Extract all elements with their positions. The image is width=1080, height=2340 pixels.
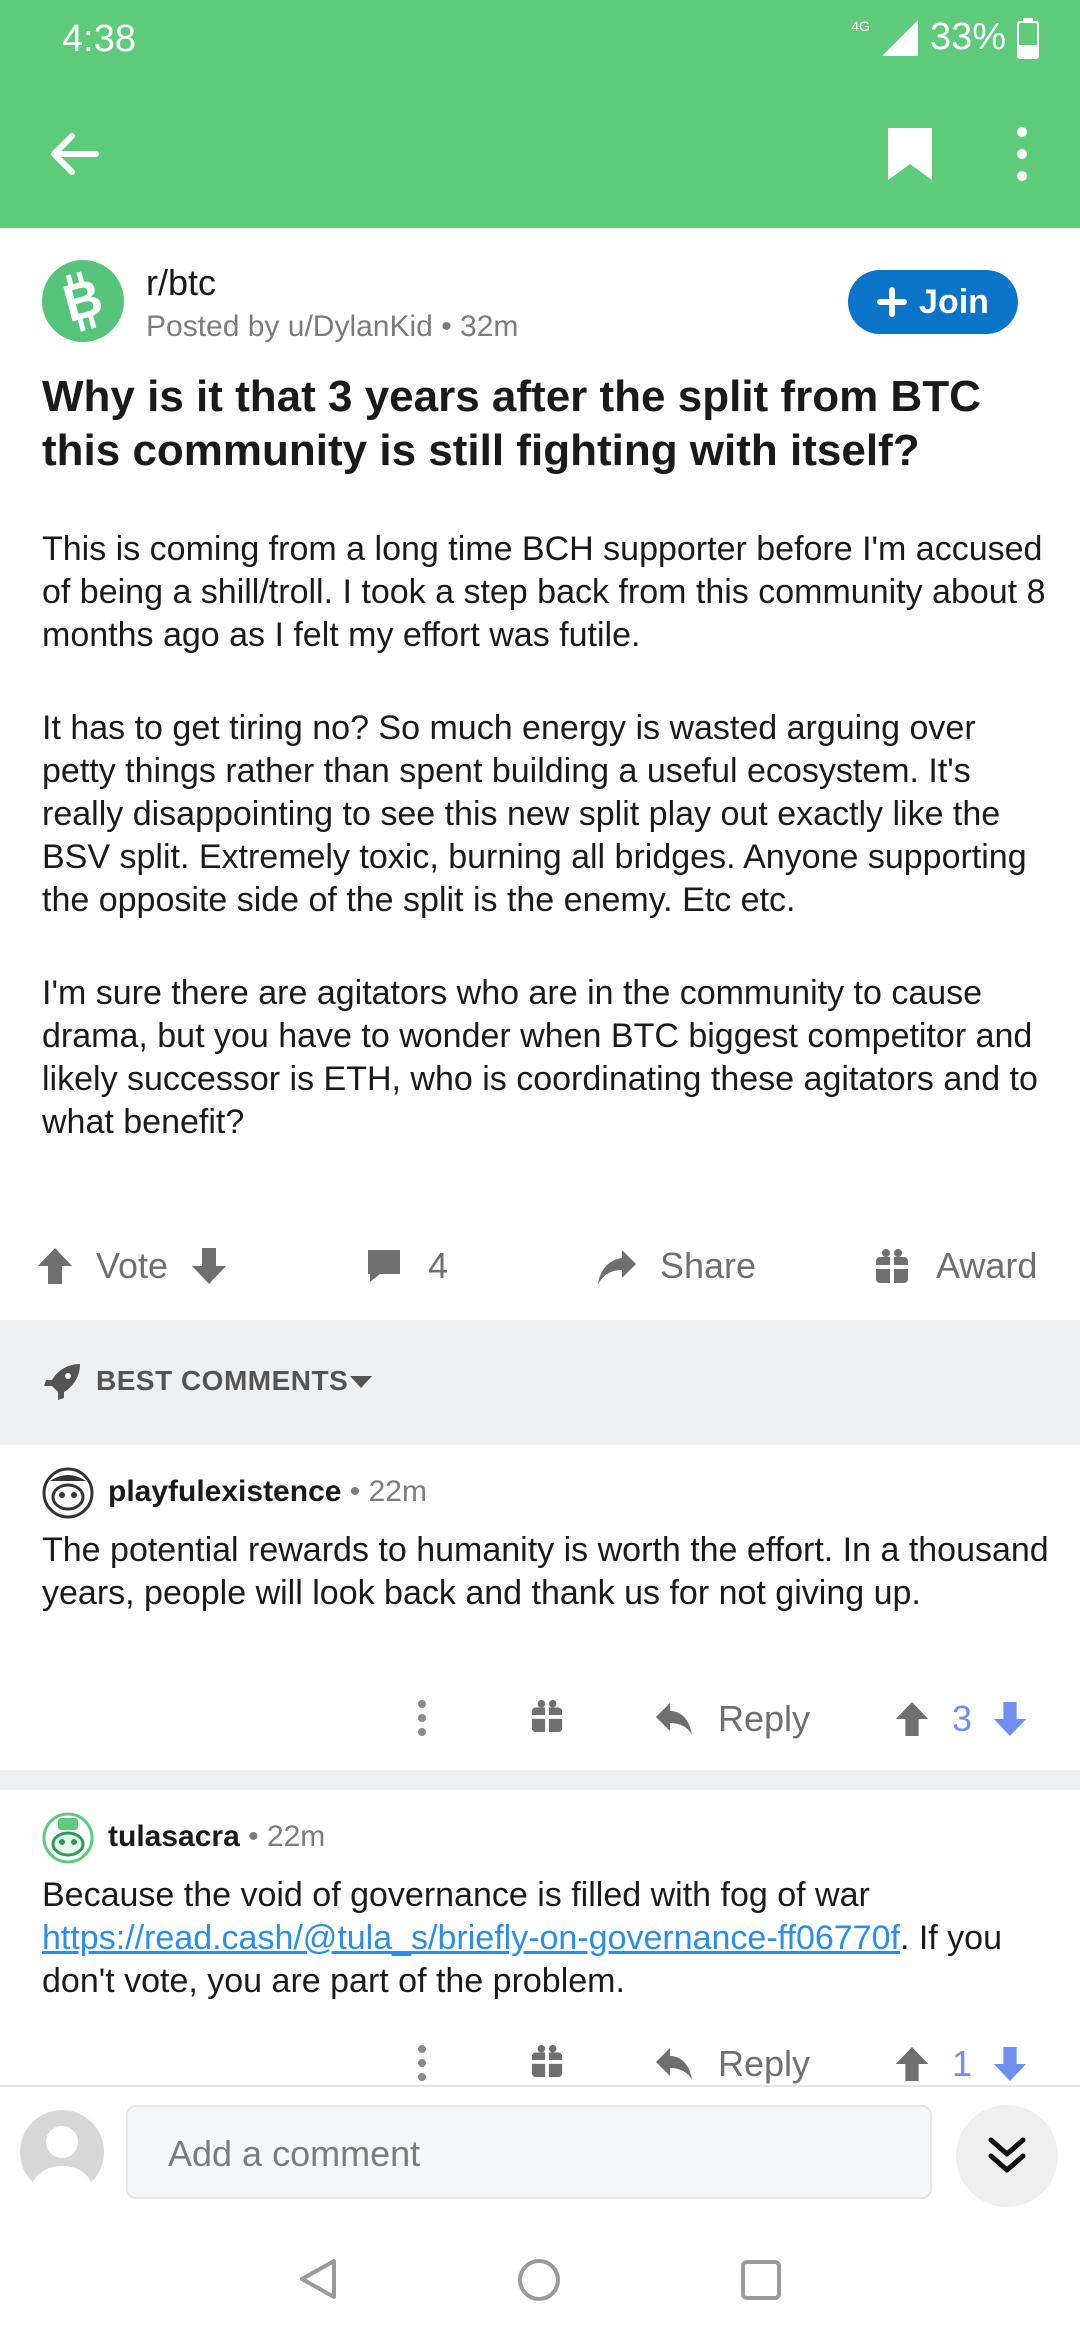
reply-icon [656,1703,692,1735]
post-paragraph: It has to get tiring no? So much energy … [42,709,1027,919]
commenter-avatar[interactable] [42,1467,94,1519]
subreddit-name[interactable]: r/btc [146,262,216,304]
comment-icon [368,1250,400,1282]
add-comment-input[interactable]: Add a comment [126,2105,932,2199]
comments-count-button[interactable]: 4 [364,1245,448,1287]
signal-icon [881,19,918,56]
vote-count: 3 [952,1698,973,1739]
award-button[interactable]: Award [874,1245,1037,1287]
plus-icon [877,287,908,317]
downvote-icon[interactable] [992,2045,1028,2083]
share-button[interactable]: Share [596,1245,756,1287]
share-icon [598,1250,636,1284]
status-time: 4:38 [62,18,136,60]
status-indicators: 4G 33% [851,16,1040,59]
comment-link[interactable]: https://read.cash/@tula_s/briefly-on-gov… [42,1919,900,1957]
join-button[interactable]: Join [848,270,1018,334]
comment-text: The potential rewards to humanity is wor… [42,1531,1049,1612]
snoo-avatar-icon [42,1467,94,1519]
back-button[interactable] [44,124,104,184]
share-label: Share [660,1245,757,1286]
more-vertical-icon [418,2045,426,2081]
collapse-comments-button[interactable] [956,2105,1058,2207]
bookmark-icon [888,128,932,180]
meta-separator: • [239,1820,267,1853]
comment-action-bar: Reply 3 [0,1692,1080,1752]
post-paragraph: I'm sure there are agitators who are in … [42,974,1038,1141]
posted-by-user[interactable]: Posted by u/DylanKid [146,310,433,343]
reply-label: Reply [718,1698,811,1739]
nav-recents-icon[interactable] [740,2259,782,2301]
snoo-avatar-icon [42,1812,94,1864]
meta-separator: • [341,1475,369,1508]
comment-divider [0,1770,1080,1790]
gift-icon [531,2044,563,2078]
comment-meta: tulasacra • 22m [108,1820,325,1854]
nav-back-icon[interactable] [296,2257,338,2301]
comment-vote-control: 3 [894,1698,1028,1740]
comments-count: 4 [428,1245,449,1286]
post-title: Why is it that 3 years after the split f… [42,372,981,475]
app-header: 4:38 4G 33% [0,0,1080,228]
upvote-icon[interactable] [36,1246,74,1286]
comment-vote-control: 1 [894,2043,1028,2085]
commenter-avatar[interactable] [42,1812,94,1864]
more-vertical-icon [418,1700,426,1736]
join-label: Join [919,282,989,321]
post-action-bar: Vote 4 Share Award [0,1235,1080,1305]
reply-button[interactable]: Reply [654,2043,810,2085]
double-chevron-down-icon [988,2137,1026,2173]
comment-age: 22m [266,1820,326,1853]
comment-meta: playfulexistence • 22m [108,1475,427,1509]
nav-home-icon[interactable] [516,2257,562,2303]
reply-icon [656,2048,692,2080]
post-paragraph: This is coming from a long time BCH supp… [42,530,1046,654]
comments-sort-bar[interactable]: BEST COMMENTS [0,1320,1080,1445]
downvote-icon[interactable] [190,1246,228,1286]
vote-label: Vote [96,1245,169,1286]
comment-text-start: Because the void of governance is filled… [42,1876,870,1914]
vote-control: Vote [36,1245,228,1287]
comment-username[interactable]: tulasacra [108,1820,240,1853]
post-meta: Posted by u/DylanKid • 32m [146,310,518,344]
upvote-icon[interactable] [894,2045,930,2083]
comment-text: Because the void of governance is filled… [42,1874,1052,2003]
rocket-icon [44,1364,80,1400]
post-age: 32m [460,310,519,343]
bitcoin-cash-logo-icon: B [57,268,108,334]
comment-award-button[interactable] [530,2043,564,2079]
sort-label: BEST COMMENTS [96,1365,349,1396]
comment-more-button[interactable] [412,2043,432,2083]
award-label: Award [936,1245,1038,1286]
system-nav-bar [0,2215,1080,2340]
battery-percent: 33% [929,16,1006,58]
user-silhouette-icon [32,2126,92,2194]
comment-age: 22m [368,1475,427,1508]
battery-icon [1017,17,1039,59]
status-bar: 4:38 4G 33% [0,0,1080,80]
arrow-left-icon [51,133,99,175]
subreddit-avatar[interactable]: B [42,260,124,342]
comment-username[interactable]: playfulexistence [108,1475,341,1508]
post-body: This is coming from a long time BCH supp… [42,528,1052,1194]
comment-composer: Add a comment [0,2085,1080,2215]
vote-count: 1 [952,2043,973,2084]
chevron-down-icon [350,1376,372,1388]
network-label: 4G [851,17,870,34]
gift-icon [876,1249,908,1283]
upvote-icon[interactable] [894,1700,930,1738]
comment-award-button[interactable] [530,1698,564,1734]
downvote-icon[interactable] [992,1700,1028,1738]
user-avatar[interactable] [20,2110,104,2194]
more-options-button[interactable] [1002,122,1042,186]
reply-button[interactable]: Reply [654,1698,810,1740]
bookmark-button[interactable] [880,124,940,184]
meta-separator: • [441,310,461,343]
more-vertical-icon [1017,127,1027,181]
comment-more-button[interactable] [412,1698,432,1738]
reply-label: Reply [718,2043,811,2084]
gift-icon [531,1699,563,1733]
